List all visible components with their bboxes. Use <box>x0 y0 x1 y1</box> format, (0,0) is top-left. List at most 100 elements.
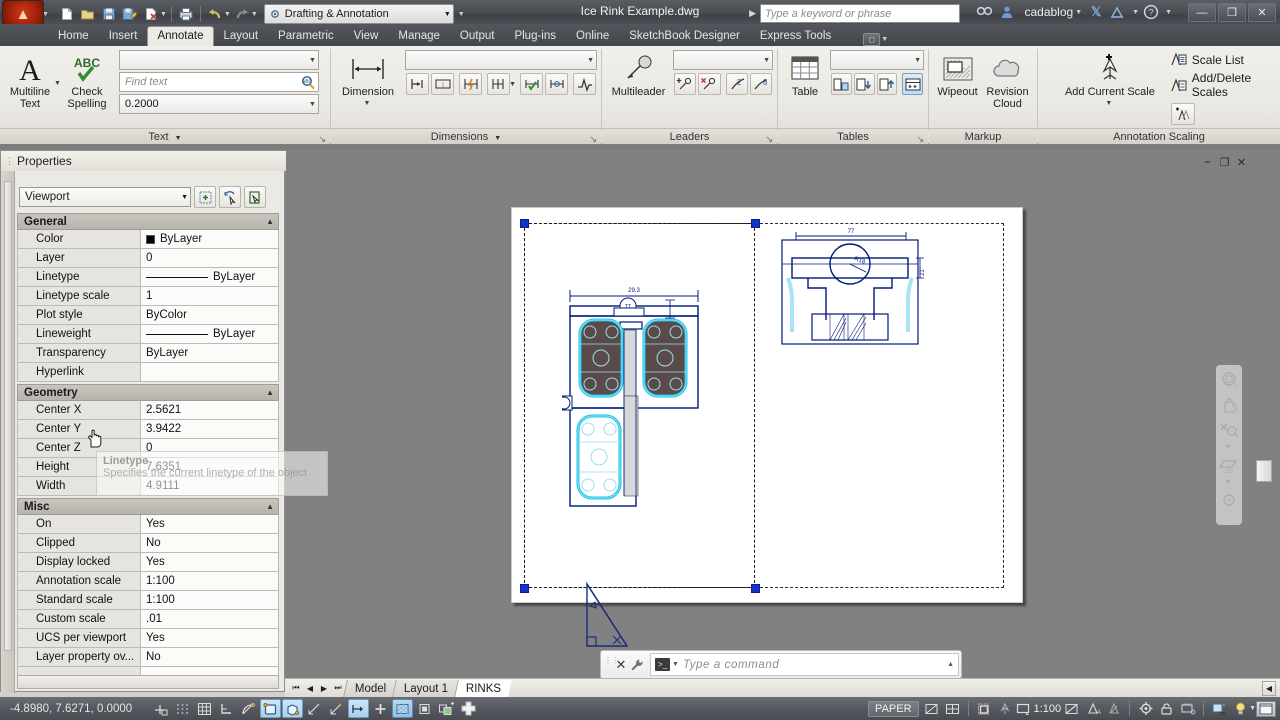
tab-manage[interactable]: Manage <box>388 26 450 46</box>
property-value-standard-scale[interactable]: 1:100 <box>141 591 279 610</box>
properties-horizontal-scrollbar[interactable] <box>17 675 279 689</box>
command-line[interactable]: ⋮⋮ ✕ >_ ▼ Type a command ▲ <box>600 650 962 679</box>
paper-sheet[interactable]: 29.3 TT 77 R18 21' <box>511 207 1023 603</box>
revision-cloud-button[interactable]: Revision Cloud <box>982 50 1033 110</box>
drawing-minimize-icon[interactable]: ⎯ <box>1201 156 1214 169</box>
group-geometry-collapse-icon[interactable]: ▲ <box>266 388 274 397</box>
property-row-on[interactable]: On Yes <box>17 515 279 534</box>
dimension-chevron-down-icon[interactable]: ▼ <box>364 98 371 110</box>
remove-leader-button[interactable] <box>698 73 721 95</box>
properties-group-general[interactable]: General ▲ <box>17 213 279 230</box>
find-text-search-icon[interactable]: ABC <box>300 75 316 90</box>
wipeout-button[interactable]: Wipeout <box>933 50 982 98</box>
select-objects-button[interactable] <box>219 186 241 208</box>
panel-text-chevron-down-icon[interactable]: ▼ <box>175 135 182 142</box>
property-row-linetype-scale[interactable]: Linetype scale 1 <box>17 287 279 306</box>
previous-layout-icon[interactable]: ◀ <box>303 681 317 696</box>
property-row-partial[interactable] <box>17 667 279 675</box>
zoom-chevron-down-icon[interactable]: ▼ <box>1225 444 1232 451</box>
property-row-display-locked[interactable]: Display locked Yes <box>17 553 279 572</box>
layout-tab-rinks[interactable]: RINKS <box>454 679 513 697</box>
table-button[interactable]: Table <box>782 50 828 98</box>
restore-button[interactable]: ❐ <box>1218 3 1246 22</box>
undo-chevron-down-icon[interactable]: ▼ <box>224 11 231 18</box>
redo-chevron-down-icon[interactable]: ▼ <box>251 11 258 18</box>
viewport-config-icon[interactable] <box>942 699 963 718</box>
dimension-reassociate-button[interactable] <box>545 73 569 95</box>
lightbulb-icon[interactable] <box>1230 699 1251 718</box>
selection-cycling-icon[interactable] <box>436 699 457 718</box>
canvas-scroll-thumb[interactable] <box>1256 460 1272 482</box>
search-icon[interactable] <box>976 5 996 19</box>
3d-object-snap-icon[interactable] <box>282 699 303 718</box>
multiline-text-chevron-down-icon[interactable]: ▼ <box>54 80 61 87</box>
tab-express-tools[interactable]: Express Tools <box>750 26 841 46</box>
text-style-combo[interactable]: ▼ <box>118 50 319 70</box>
save-as-icon[interactable] <box>120 4 140 24</box>
hardware-acceleration-icon[interactable] <box>1177 699 1198 718</box>
annotation-scale-control[interactable]: 1:100 <box>1016 702 1062 716</box>
pan-hand-icon[interactable] <box>1218 394 1240 416</box>
ortho-mode-icon[interactable] <box>216 699 237 718</box>
align-leaders-button[interactable]: 2 <box>725 73 748 95</box>
group-misc-collapse-icon[interactable]: ▲ <box>266 502 274 511</box>
open-file-icon[interactable] <box>78 4 98 24</box>
minimize-button[interactable]: — <box>1188 3 1216 22</box>
annotation-monitor-icon[interactable] <box>458 699 479 718</box>
dynamic-ucs-icon[interactable] <box>326 699 347 718</box>
panel-title-markup[interactable]: Markup <box>929 128 1037 144</box>
dimension-style-combo[interactable]: ▼ <box>405 50 597 70</box>
property-value-transparency[interactable]: ByLayer <box>141 344 279 363</box>
property-value-plot-style[interactable]: ByColor <box>141 306 279 325</box>
annotation-scale-icon[interactable] <box>1016 702 1032 716</box>
infer-constraints-icon[interactable] <box>150 699 171 718</box>
property-value-layer-property-overrides[interactable]: No <box>141 648 279 667</box>
annotation-visibility-icon[interactable] <box>974 699 995 718</box>
toggle-pickadd-button[interactable] <box>244 186 266 208</box>
viewport-lock-icon[interactable] <box>1061 699 1082 718</box>
exchange-apps-icon[interactable]: 𝕏 <box>1086 4 1106 20</box>
tab-view[interactable]: View <box>344 26 389 46</box>
layout-tab-layout1[interactable]: Layout 1 <box>392 679 460 697</box>
workspace-switcher[interactable]: Drafting & Annotation ▼ <box>263 4 454 24</box>
viewport-grip-top-left[interactable] <box>520 219 529 228</box>
dimension-edit-text-button[interactable]: I <box>431 73 455 95</box>
property-row-linetype[interactable]: Linetype ByLayer <box>17 268 279 287</box>
download-changes-button[interactable] <box>876 73 898 95</box>
property-value-on[interactable]: Yes <box>141 515 279 534</box>
tab-insert[interactable]: Insert <box>99 26 148 46</box>
quick-properties-icon[interactable] <box>414 699 435 718</box>
multileader-button[interactable]: Multileader <box>606 50 671 98</box>
add-current-scale-chevron-down-icon[interactable]: ▼ <box>1105 98 1112 110</box>
plot-icon[interactable] <box>176 4 196 24</box>
add-leader-button[interactable] <box>674 73 697 95</box>
panel-title-tables[interactable]: Tables ↘ <box>778 128 928 144</box>
command-input[interactable]: >_ ▼ Type a command ▲ <box>650 653 959 676</box>
tab-output[interactable]: Output <box>450 26 505 46</box>
property-row-plot-style[interactable]: Plot style ByColor <box>17 306 279 325</box>
property-value-center-y[interactable]: 3.9422 <box>141 420 279 439</box>
properties-group-geometry[interactable]: Geometry ▲ <box>17 384 279 401</box>
clean-screen-icon[interactable] <box>1256 700 1276 717</box>
property-value-linetype[interactable]: ByLayer <box>141 268 279 287</box>
drawing-close-icon[interactable]: ✕ <box>1235 156 1248 169</box>
qat-overflow-chevron-icon[interactable]: ▼ <box>458 11 465 18</box>
command-line-grip-icon[interactable]: ⋮⋮ <box>604 656 619 674</box>
drawing-restore-icon[interactable]: ❐ <box>1218 156 1231 169</box>
sync-scale-positions-button[interactable] <box>1170 103 1195 125</box>
transparency-icon[interactable] <box>392 699 413 718</box>
new-file-icon[interactable] <box>57 4 77 24</box>
workspace-switching-icon[interactable] <box>1135 699 1156 718</box>
dimension-update-button[interactable] <box>459 73 483 95</box>
object-type-combo[interactable]: Viewport ▼ <box>19 187 191 207</box>
viewport-grip-top-right[interactable] <box>751 219 760 228</box>
coordinates-display[interactable]: -4.8980, 7.6271, 0.0000 <box>0 703 150 715</box>
annotation-scale-value[interactable]: 1:100 <box>1034 703 1062 715</box>
toolbar-lock-icon[interactable] <box>1156 699 1177 718</box>
dimension-style-chevron-down-icon[interactable]: ▼ <box>587 57 594 64</box>
panel-title-annotation-scaling[interactable]: Annotation Scaling <box>1038 128 1280 144</box>
find-text-input[interactable]: Find text ABC <box>118 72 319 92</box>
grid-display-icon[interactable] <box>194 699 215 718</box>
panel-title-text[interactable]: Text ▼ ↘ <box>0 128 330 144</box>
dimension-adjust-space-button[interactable] <box>520 73 544 95</box>
